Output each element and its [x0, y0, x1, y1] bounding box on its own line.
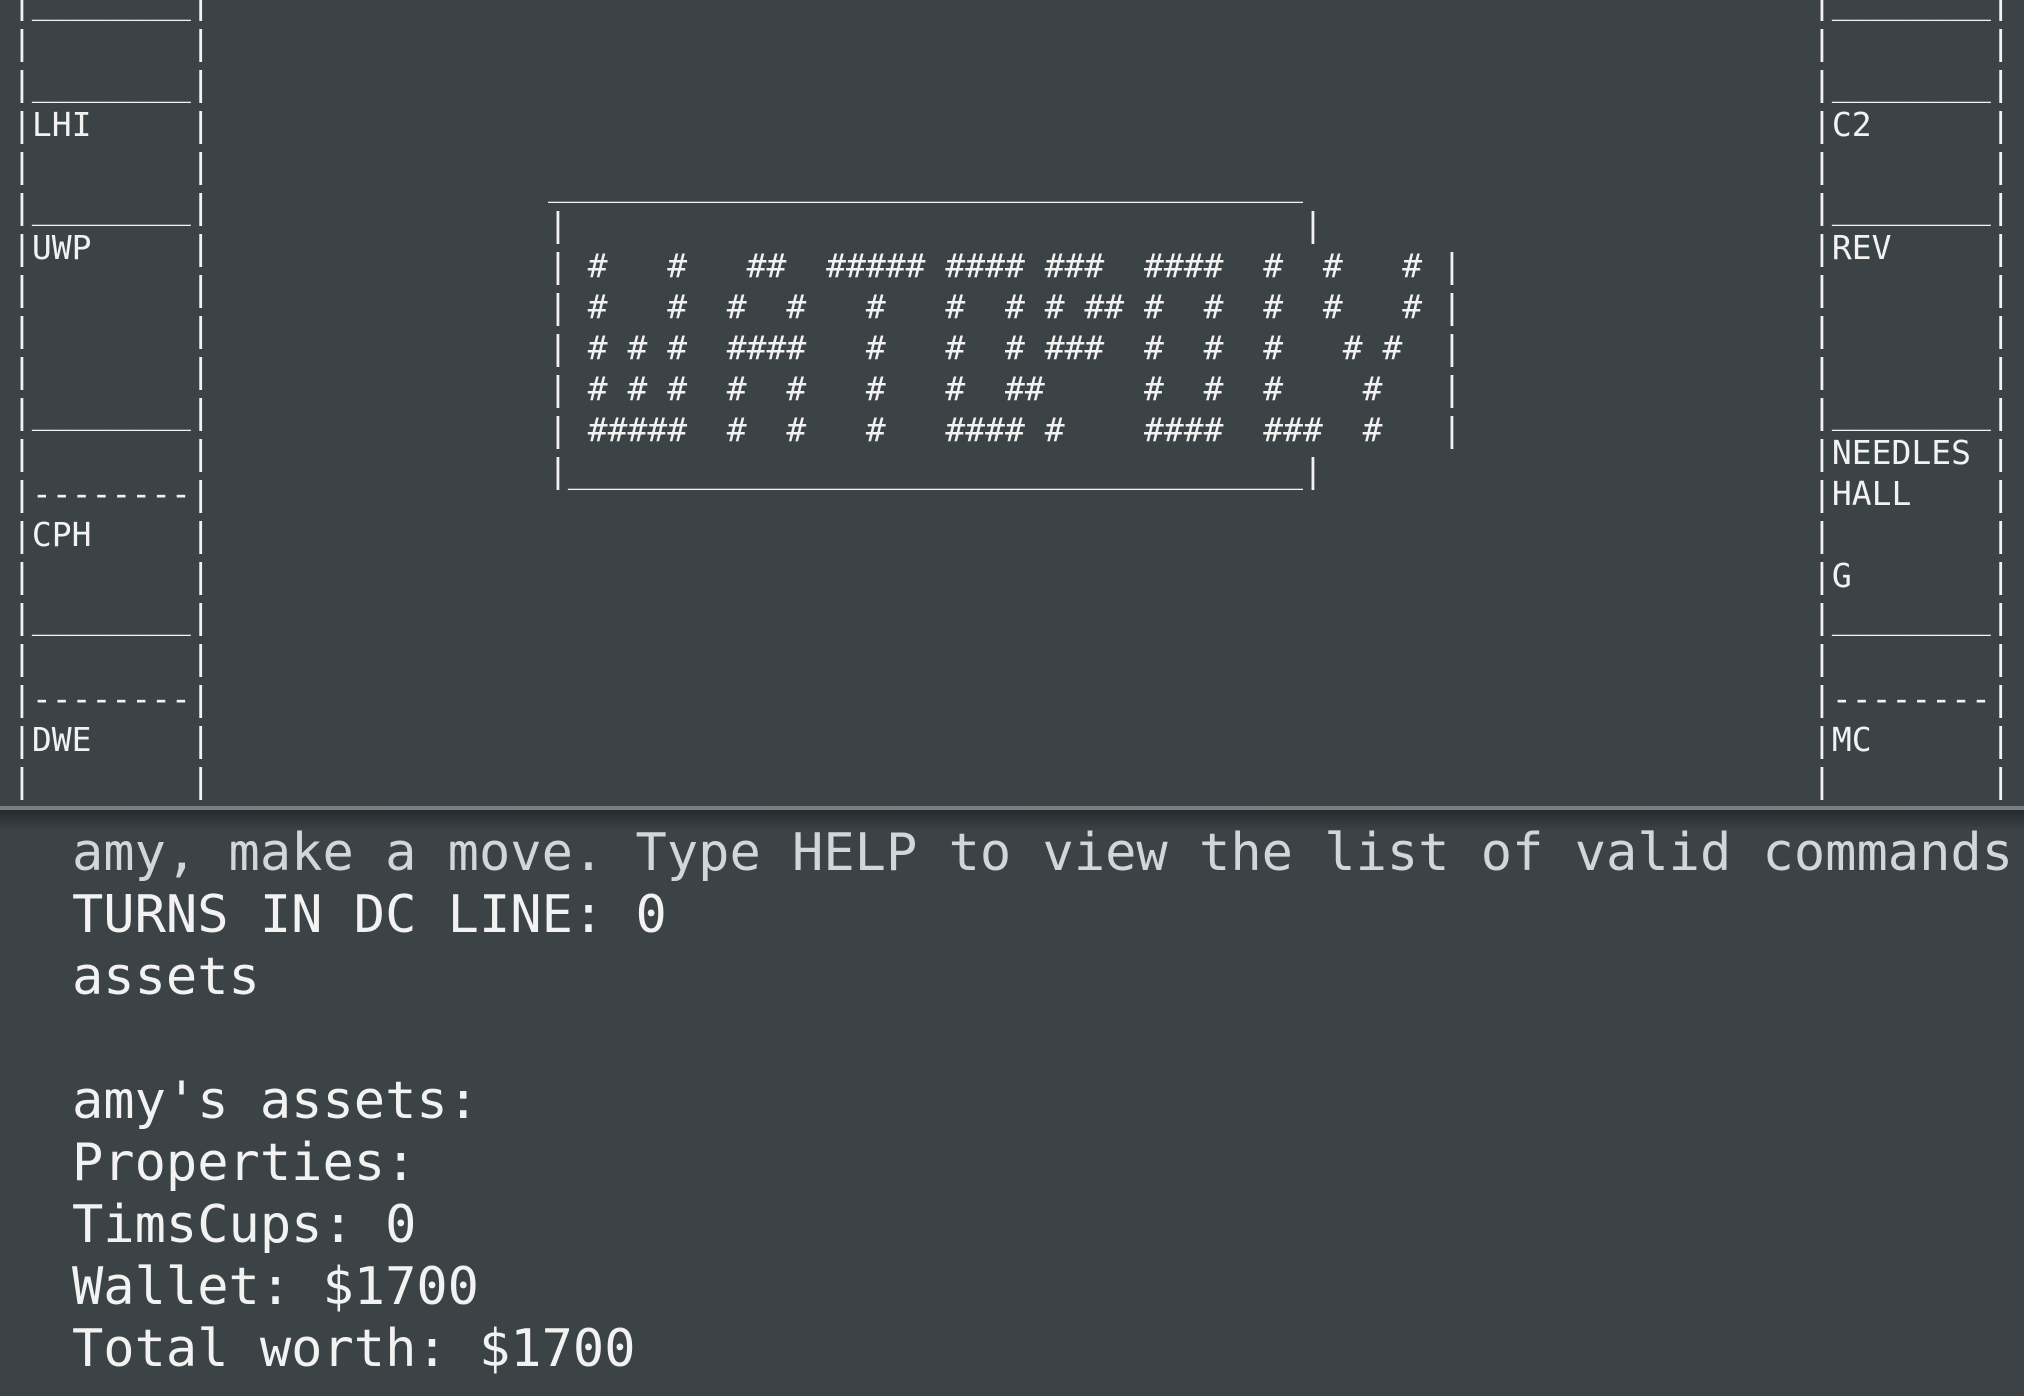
board-right-column: |________| | | |________| |C2 | | | |___…: [1812, 0, 2011, 800]
console-blank-line: [72, 1008, 2024, 1070]
console-output-pane[interactable]: amy, make a move. Type HELP to view the …: [0, 810, 2024, 1396]
console-output: amy, make a move. Type HELP to view the …: [72, 822, 2024, 1380]
console-line: Wallet: $1700: [72, 1257, 479, 1317]
board-left-column: |________| | | |________| |LHI | | | |__…: [12, 0, 211, 800]
console-line: Total worth: $1700: [72, 1319, 636, 1379]
terminal-window: |________| | | |________| |LHI | | | |__…: [0, 0, 2024, 1396]
console-line: Properties:: [72, 1133, 417, 1193]
console-line: amy's assets:: [72, 1071, 479, 1131]
console-prompt-line: amy, make a move. Type HELP to view the …: [72, 823, 2024, 883]
console-line: TURNS IN DC LINE: 0: [72, 885, 667, 945]
console-line: TimsCups: 0: [72, 1195, 417, 1255]
console-command-line: assets: [72, 947, 260, 1007]
game-board-pane: |________| | | |________| |LHI | | | |__…: [0, 0, 2024, 806]
board-center-logo: ______________________________________ |…: [548, 164, 1462, 490]
